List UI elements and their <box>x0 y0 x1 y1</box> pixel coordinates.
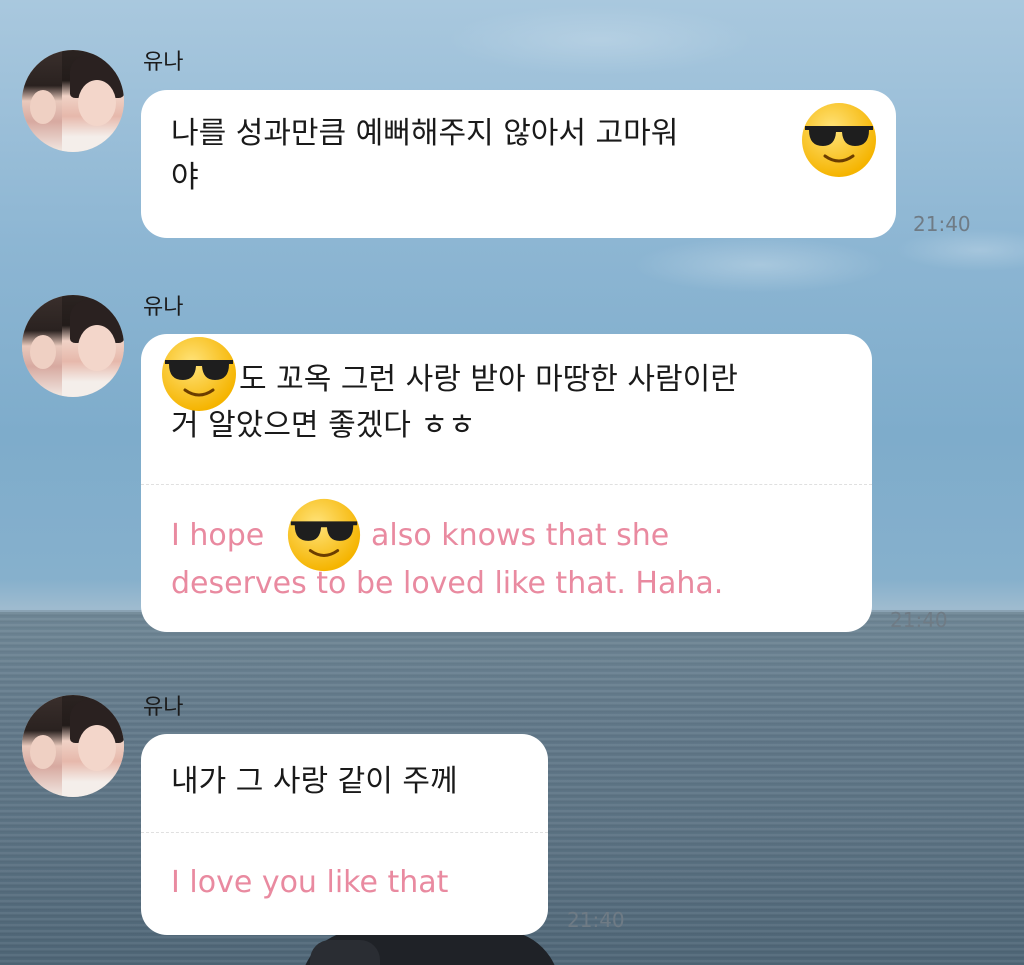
translation-divider <box>141 832 548 833</box>
message-text: 도 꼬옥 그런 사랑 받아 마땅한 사람이란 <box>141 334 872 402</box>
message-bubble[interactable]: 도 꼬옥 그런 사랑 받아 마땅한 사람이란 거 알았으면 좋겠다 ㅎㅎ I h… <box>141 334 872 632</box>
sender-name: 유나 <box>143 695 184 720</box>
message-timestamp: 21:40 <box>890 608 948 632</box>
message-timestamp: 21:40 <box>913 212 971 236</box>
message-text-line2: 야 <box>171 160 199 195</box>
translation-text: I love you like that <box>171 865 449 900</box>
message-bubble[interactable]: 나를 성과만큼 예뻐해주지 않아서 고마워 야 <box>141 90 896 238</box>
message-text: 내가 그 사랑 같이 주께 <box>171 764 458 799</box>
translation-line1-a: I hope <box>171 518 265 553</box>
message-text-line1: 도 꼬옥 그런 사랑 받아 마땅한 사람이란 <box>239 362 738 397</box>
message-text-line1: 나를 성과만큼 예뻐해주지 않아서 고마워 <box>171 116 679 151</box>
sunglasses-emoji-icon <box>159 334 239 414</box>
message-text: 나를 성과만큼 예뻐해주지 않아서 고마워 <box>141 90 896 156</box>
sunglasses-emoji-icon <box>799 100 879 180</box>
avatar[interactable] <box>22 695 124 797</box>
sender-name: 유나 <box>143 295 184 320</box>
translation-text: I hope <box>141 514 264 558</box>
message-text-line2-wrap: 거 알았으면 좋겠다 ㅎㅎ <box>141 402 872 448</box>
translation-line2: deserves to be loved like that. Haha. <box>171 566 724 601</box>
translation-text-line2: deserves to be loved like that. Haha. <box>141 562 723 606</box>
translation-divider <box>141 484 872 485</box>
message-bubble[interactable]: 내가 그 사랑 같이 주께 I love you like that <box>141 734 548 935</box>
translation-line1-b: also knows that she <box>371 518 670 553</box>
message-text-line2-wrap: 야 <box>141 156 896 200</box>
translation-text-cont: also knows that she <box>341 514 669 558</box>
message-timestamp: 21:40 <box>567 908 625 932</box>
chat-screen: 유나 나를 성과만큼 예뻐해주지 않아서 고마워 야 21:40 유나 도 꼬옥… <box>0 0 1024 965</box>
sender-name: 유나 <box>143 50 184 75</box>
background-person-silhouette-2 <box>310 940 380 965</box>
avatar[interactable] <box>22 50 124 152</box>
avatar[interactable] <box>22 295 124 397</box>
